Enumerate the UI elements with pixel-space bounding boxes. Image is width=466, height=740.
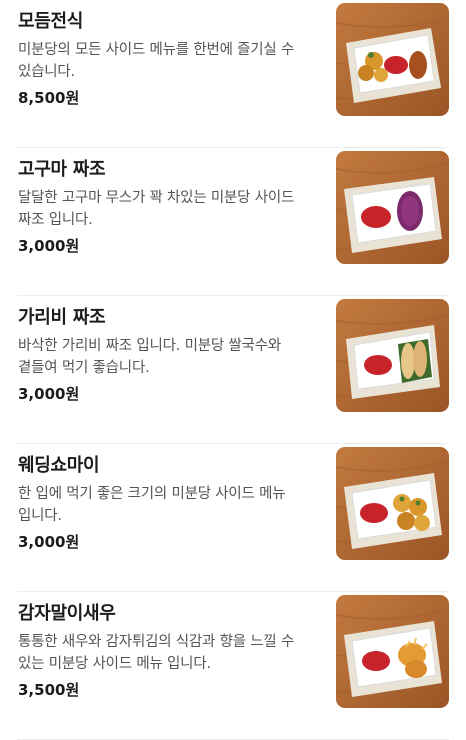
menu-item-photo[interactable]: [336, 595, 449, 708]
menu-item-assorted-platter[interactable]: 모듬전식 미분당의 모든 사이드 메뉴를 한번에 즐기실 수 있습니다. 8,5…: [0, 0, 466, 148]
menu-item-name: 감자말이새우: [18, 603, 116, 624]
menu-item-description: 달달한 고구마 무스가 꽉 차있는 미분당 사이드 짜조 입니다.: [18, 190, 295, 228]
menu-item-price: 3,000원: [18, 533, 80, 551]
menu-item-info: 감자말이새우 통통한 새우와 감자튀김의 식감과 향을 느낄 수 있는 미분당 …: [18, 602, 318, 701]
menu-item-potato-shrimp[interactable]: 감자말이새우 통통한 새우와 감자튀김의 식감과 향을 느낄 수 있는 미분당 …: [0, 592, 466, 740]
menu-item-photo[interactable]: [336, 299, 449, 412]
menu-item-sweet-potato-cha-gio[interactable]: 고구마 짜조 달달한 고구마 무스가 꽉 차있는 미분당 사이드 짜조 입니다.…: [0, 148, 466, 296]
menu-item-price: 8,500원: [18, 89, 80, 107]
scallop-spring-roll-photo: [336, 299, 449, 412]
menu-item-name: 모듬전식: [18, 11, 84, 32]
menu-item-wedding-shumai[interactable]: 웨딩쇼마이 한 입에 먹기 좋은 크기의 미분당 사이드 메뉴 입니다. 3,0…: [0, 444, 466, 592]
menu-item-description: 통통한 새우와 감자튀김의 식감과 향을 느낄 수 있는 미분당 사이드 메뉴 …: [18, 634, 295, 672]
potato-wrapped-shrimp-photo: [336, 595, 449, 708]
wedding-shumai-photo: [336, 447, 449, 560]
menu-item-description: 한 입에 먹기 좋은 크기의 미분당 사이드 메뉴 입니다.: [18, 486, 286, 524]
menu-item-info: 모듬전식 미분당의 모든 사이드 메뉴를 한번에 즐기실 수 있습니다. 8,5…: [18, 10, 318, 109]
menu-item-description: 미분당의 모든 사이드 메뉴를 한번에 즐기실 수 있습니다.: [18, 42, 295, 80]
menu-item-scallop-cha-gio[interactable]: 가리비 짜조 바삭한 가리비 짜조 입니다. 미분당 쌀국수와 곁들여 먹기 좋…: [0, 296, 466, 444]
menu-item-name: 고구마 짜조: [18, 159, 106, 180]
assorted-fried-platter-photo: [336, 3, 449, 116]
menu-item-photo[interactable]: [336, 447, 449, 560]
menu-item-price: 3,000원: [18, 237, 80, 255]
menu-item-photo[interactable]: [336, 151, 449, 264]
menu-item-info: 웨딩쇼마이 한 입에 먹기 좋은 크기의 미분당 사이드 메뉴 입니다. 3,0…: [18, 454, 318, 553]
menu-item-photo[interactable]: [336, 3, 449, 116]
menu-item-price: 3,000원: [18, 385, 80, 403]
menu-list: 모듬전식 미분당의 모든 사이드 메뉴를 한번에 즐기실 수 있습니다. 8,5…: [0, 0, 466, 740]
menu-item-info: 고구마 짜조 달달한 고구마 무스가 꽉 차있는 미분당 사이드 짜조 입니다.…: [18, 158, 318, 257]
menu-item-name: 웨딩쇼마이: [18, 455, 100, 476]
menu-item-name: 가리비 짜조: [18, 307, 106, 328]
menu-item-price: 3,500원: [18, 681, 80, 699]
sweet-potato-spring-roll-photo: [336, 151, 449, 264]
menu-item-description: 바삭한 가리비 짜조 입니다. 미분당 쌀국수와 곁들여 먹기 좋습니다.: [18, 338, 281, 376]
menu-item-info: 가리비 짜조 바삭한 가리비 짜조 입니다. 미분당 쌀국수와 곁들여 먹기 좋…: [18, 306, 318, 405]
